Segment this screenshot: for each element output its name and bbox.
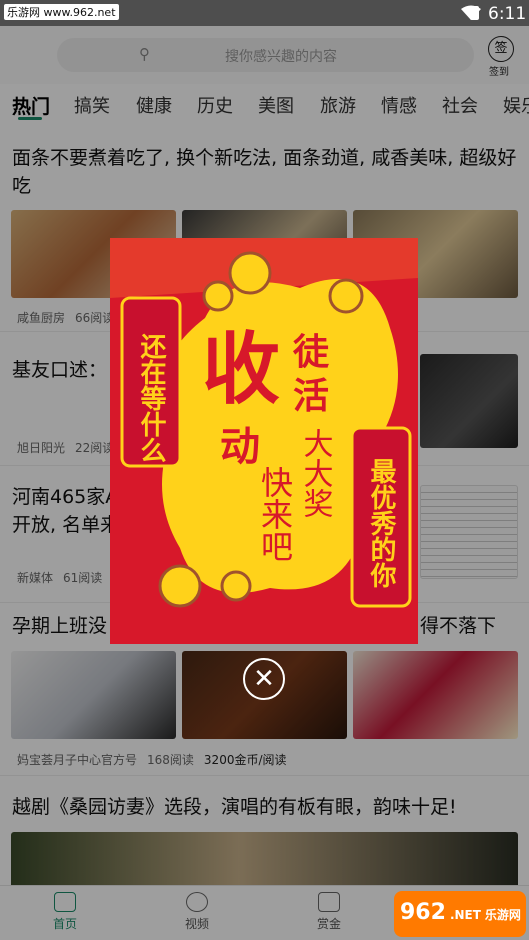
logo-suffix: .NET xyxy=(449,908,481,922)
logo-site: 乐游网 xyxy=(484,908,521,922)
status-bar: 乐游网 www.962.net 6:11 xyxy=(0,0,529,26)
clock-time: 6:11 xyxy=(488,4,527,24)
site-logo: 962 .NET 乐游网 xyxy=(394,891,526,937)
logo-brand: 962 xyxy=(400,900,446,925)
popup-main-small: 动 xyxy=(220,424,260,470)
popup-vertical-left: 还在等什么 xyxy=(136,333,166,463)
popup-col-c: 大大奖 xyxy=(298,428,333,518)
promo-popup[interactable]: 还在等什么 收 动 徒 活 大大奖 快来吧 最优秀的你 xyxy=(110,238,418,644)
popup-main-big: 收 xyxy=(202,325,280,415)
battery-icon xyxy=(470,6,479,20)
popup-col-a: 徒 xyxy=(292,332,330,373)
popup-col-b: 活 xyxy=(293,376,329,417)
watermark-text: 乐游网 www.962.net xyxy=(4,4,119,20)
close-popup-button[interactable]: ✕ xyxy=(243,658,285,700)
popup-vertical-right: 最优秀的你 xyxy=(366,458,397,588)
popup-col-d: 快来吧 xyxy=(256,466,294,562)
